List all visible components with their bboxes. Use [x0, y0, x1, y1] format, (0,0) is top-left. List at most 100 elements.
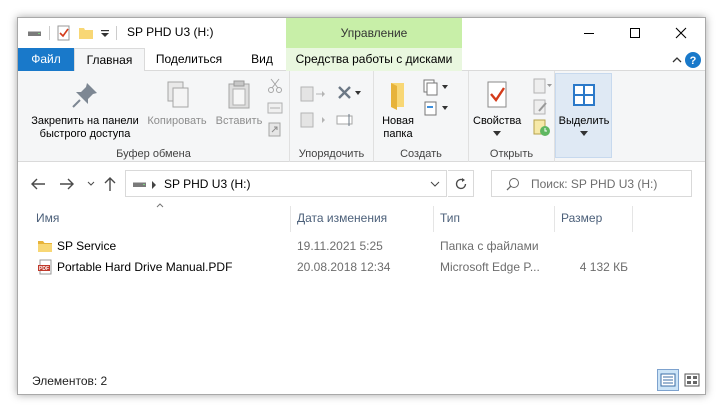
pin-quick-access-button[interactable]: Закрепить на панели быстрого доступа: [24, 79, 146, 141]
select-label: Выделить: [558, 115, 610, 127]
rename-icon[interactable]: [336, 112, 356, 128]
select-button[interactable]: Выделить: [558, 79, 610, 141]
column-size[interactable]: Размер: [561, 211, 602, 225]
status-item-count: Элементов: 2: [32, 374, 108, 388]
new-item-icon[interactable]: [421, 78, 451, 96]
close-icon: [675, 27, 687, 39]
copy-label: Копировать: [147, 115, 207, 127]
pin-label-line1: Закрепить на панели: [31, 115, 139, 127]
group-open: Свойства Открыть: [469, 71, 555, 162]
column-name[interactable]: Имя: [36, 211, 59, 225]
refresh-icon: [455, 177, 466, 189]
file-name: SP Service: [57, 239, 117, 253]
file-date: 19.11.2021 5:25: [297, 239, 383, 253]
drive-icon: [133, 182, 146, 187]
recent-locations-icon[interactable]: [87, 181, 95, 187]
sort-ascending-icon: [156, 203, 164, 208]
pdf-icon: PDF: [38, 259, 52, 275]
large-icons-view-button[interactable]: [681, 369, 703, 391]
history-icon[interactable]: [533, 119, 551, 137]
column-divider[interactable]: [290, 206, 291, 232]
collapse-ribbon-icon[interactable]: [671, 54, 683, 66]
title-bar: Управление SP PHD U3 (H:): [18, 18, 705, 48]
separator: [49, 26, 50, 40]
file-row[interactable]: PDF Portable Hard Drive Manual.PDF 20.08…: [18, 257, 705, 278]
details-view-button[interactable]: [657, 369, 679, 391]
group-select: Выделить: [555, 73, 612, 158]
ribbon: Закрепить на панели быстрого доступа Коп…: [18, 71, 705, 162]
open-icon[interactable]: [533, 77, 553, 95]
new-folder-button[interactable]: Новая папка: [378, 79, 418, 141]
properties-button[interactable]: Свойства: [473, 79, 521, 141]
copy-path-icon[interactable]: [267, 100, 283, 116]
select-all-icon: [573, 84, 595, 106]
refresh-button[interactable]: [448, 170, 474, 197]
paste-button[interactable]: Вставить: [211, 79, 267, 128]
tab-share[interactable]: Поделиться: [149, 48, 229, 71]
pin-label-line2: быстрого доступа: [39, 128, 131, 140]
breadcrumb-chevron-icon[interactable]: [151, 181, 157, 189]
new-folder-label-line1: Новая: [382, 115, 414, 127]
tab-drive-tools[interactable]: Средства работы с дисками: [286, 48, 462, 71]
file-size: 4 132 КБ: [579, 260, 628, 274]
properties-icon[interactable]: [56, 25, 72, 41]
delete-icon[interactable]: [336, 84, 362, 102]
paste-shortcut-icon[interactable]: [267, 121, 283, 137]
separator: [116, 26, 117, 40]
pin-icon: [72, 83, 97, 108]
drive-icon: [28, 31, 41, 36]
tab-view[interactable]: Вид: [242, 48, 282, 71]
column-divider[interactable]: [632, 206, 633, 232]
paste-icon: [228, 80, 250, 109]
open-group-label: Открыть: [489, 148, 534, 160]
address-bar[interactable]: SP PHD U3 (H:): [125, 170, 447, 197]
window-title: SP PHD U3 (H:): [127, 25, 214, 39]
chevron-down-icon: [580, 131, 588, 136]
edit-icon[interactable]: [533, 98, 549, 116]
new-folder-label-line2: папка: [383, 128, 413, 140]
navigation-bar: SP PHD U3 (H:) Поиск: SP PHD U3 (H:): [18, 168, 705, 198]
paste-label: Вставить: [215, 115, 263, 127]
column-date[interactable]: Дата изменения: [297, 211, 387, 225]
large-icons-view-icon: [684, 373, 700, 387]
easy-access-icon[interactable]: [421, 99, 451, 117]
context-group-label: Управление: [340, 26, 408, 40]
tab-home[interactable]: Главная: [74, 48, 145, 72]
search-placeholder: Поиск: SP PHD U3 (H:): [531, 177, 658, 191]
minimize-icon: [584, 33, 594, 34]
file-type: Microsoft Edge P...: [440, 260, 540, 274]
new-folder-icon[interactable]: [78, 25, 94, 41]
folder-icon: [38, 241, 52, 252]
move-to-icon[interactable]: [300, 85, 326, 103]
column-divider[interactable]: [433, 206, 434, 232]
copy-button[interactable]: Копировать: [145, 79, 209, 128]
create-group-label: Создать: [400, 148, 442, 160]
group-organize: Упорядочить: [290, 71, 374, 162]
column-type[interactable]: Тип: [440, 211, 460, 225]
search-icon: [506, 178, 519, 191]
help-icon[interactable]: ?: [685, 52, 701, 68]
column-divider[interactable]: [554, 206, 555, 232]
customize-dropdown-icon[interactable]: [100, 25, 110, 41]
address-dropdown-icon[interactable]: [430, 181, 440, 187]
file-type: Папка с файлами: [440, 239, 539, 253]
cut-icon[interactable]: [267, 78, 283, 94]
chevron-down-icon: [493, 131, 501, 136]
up-arrow-icon[interactable]: [103, 176, 117, 192]
copy-to-icon[interactable]: [300, 111, 326, 129]
details-view-icon: [660, 373, 676, 387]
clipboard-group-label: Буфер обмена: [116, 148, 191, 160]
address-path: SP PHD U3 (H:): [164, 177, 251, 191]
minimize-button[interactable]: [566, 18, 612, 48]
explorer-window: Управление SP PHD U3 (H:) Файл Главная П…: [17, 17, 706, 395]
tab-file[interactable]: Файл: [18, 48, 74, 71]
group-clipboard: Закрепить на панели быстрого доступа Коп…: [18, 71, 290, 162]
forward-arrow-icon[interactable]: [59, 177, 75, 191]
close-button[interactable]: [658, 18, 704, 48]
file-name: Portable Hard Drive Manual.PDF: [57, 260, 233, 274]
maximize-button[interactable]: [612, 18, 658, 48]
svg-text:PDF: PDF: [39, 266, 49, 272]
back-arrow-icon[interactable]: [30, 177, 46, 191]
file-row[interactable]: SP Service 19.11.2021 5:25 Папка с файла…: [18, 236, 705, 257]
search-box[interactable]: Поиск: SP PHD U3 (H:): [491, 170, 692, 197]
